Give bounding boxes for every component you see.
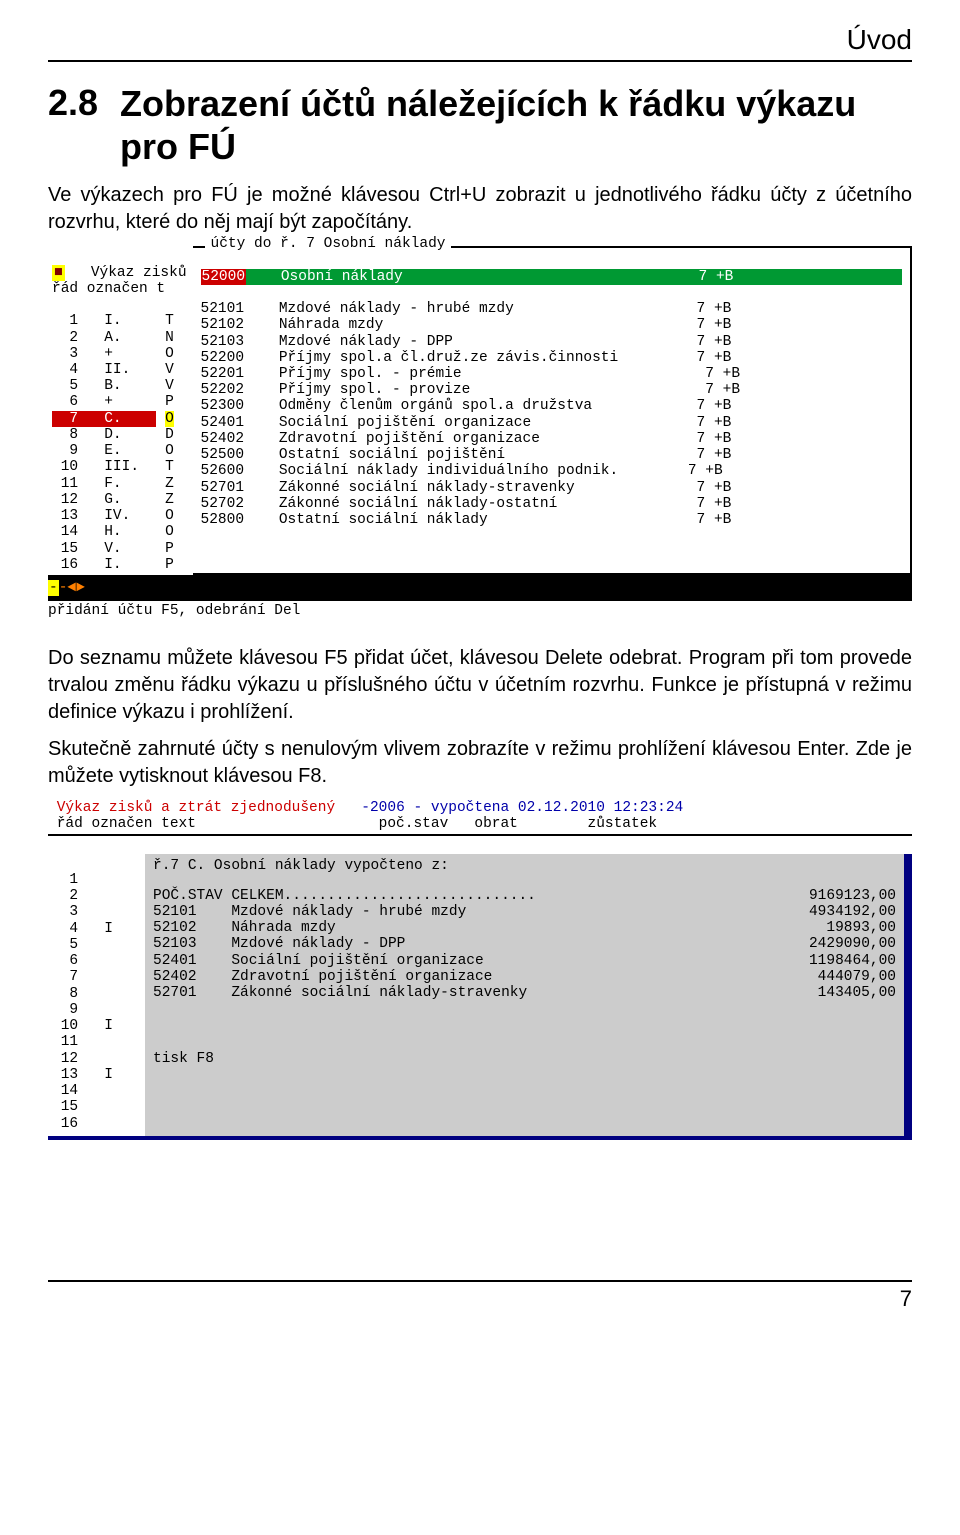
account-row: 52202 Příjmy spol. - provize 7 +B	[201, 382, 741, 398]
panel-row: 52103 Mzdové náklady - DPP2429090,00	[153, 936, 896, 952]
scr2-row: 1	[52, 872, 139, 888]
scr1-row: 16 I. P	[52, 557, 174, 573]
section-number: 2.8	[48, 82, 98, 124]
scr2-title: Výkaz zisků a ztrát zjednodušený -2006 -…	[48, 800, 912, 816]
status-arrow-icon: --◄►	[48, 580, 85, 596]
scr1-row: 9 E. O	[52, 443, 174, 459]
section-title: Zobrazení účtů náležejících k řádku výka…	[120, 82, 912, 168]
scr1-status-bar: --◄►	[48, 575, 912, 601]
scr2-panel-hint: tisk F8	[153, 1051, 896, 1067]
scr2-row: 2	[52, 888, 139, 904]
account-row: 52103 Mzdové náklady - DPP 7 +B	[201, 334, 732, 350]
scr2-row: 14	[52, 1083, 139, 1099]
corner-marker: ■	[52, 265, 65, 281]
scr2-row: 4 I	[52, 921, 139, 937]
scr1-row: 15 V. P	[52, 541, 174, 557]
scr2-row: 10 I	[52, 1018, 139, 1034]
scr2-row: 15	[52, 1099, 139, 1115]
account-row: 52101 Mzdové náklady - hrubé mzdy 7 +B	[201, 301, 732, 317]
scr2-row: 5	[52, 937, 139, 953]
scr2-panel-title: ř.7 C. Osobní náklady vypočteno z:	[153, 858, 896, 874]
page-header: Úvod	[48, 24, 912, 56]
scr1-row: 11 F. Z	[52, 476, 174, 492]
scr1-row: 1 I. T	[52, 313, 174, 329]
scr1-row: 12 G. Z	[52, 492, 174, 508]
scr1-hint-line: přidání účtu F5, odebrání Del	[48, 603, 912, 619]
scr2-row: 9	[52, 1002, 139, 1018]
footer-rule	[48, 1280, 912, 1282]
scr2-detail-panel: ř.7 C. Osobní náklady vypočteno z: POČ.S…	[145, 854, 912, 1136]
account-row: 52402 Zdravotní pojištění organizace 7 +…	[201, 431, 732, 447]
account-code: 52000	[201, 269, 247, 285]
account-row: 52102 Náhrada mzdy 7 +B	[201, 317, 732, 333]
scrturquoise-row: 12	[52, 1051, 139, 1067]
paragraph-2: Do seznamu můžete klávesou F5 přidat úče…	[48, 645, 912, 726]
scr2-title-mid: -2006 - vypočtena	[361, 800, 509, 816]
scr1-row: 13 IV. O	[52, 508, 174, 524]
scr1-row: 6 + P	[52, 394, 174, 410]
scr1-row: 5 B. V	[52, 378, 174, 394]
scr2-row-numbers: 1 2 3 4 I 5 6 7 8 9 10 I 11 12 13 I 14 1…	[48, 836, 145, 1136]
scr2-row: 11	[52, 1034, 139, 1050]
screenshot-accounts-list: ■ Výkaz zisků řád označen t 1 I. T 2 A. …	[48, 246, 912, 619]
page-number: 7	[48, 1286, 912, 1312]
scr1-row: 2 A. N	[52, 330, 174, 346]
scr1-right-title: účty do ř. 7 Osobní náklady	[205, 236, 452, 252]
section-heading: 2.8 Zobrazení účtů náležejících k řádku …	[48, 82, 912, 168]
panel-row: 52102 Náhrada mzdy19893,00	[153, 920, 896, 936]
account-row: 52401 Sociální pojištění organizace 7 +B	[201, 415, 732, 431]
account-row: 52500 Ostatní sociální pojištění 7 +B	[201, 447, 732, 463]
scr1-row: 3 + O	[52, 346, 174, 362]
scr2-row: 13 I	[52, 1067, 139, 1083]
panel-row: POČ.STAV CELKEM.........................…	[153, 888, 896, 904]
page-footer: 7	[48, 1280, 912, 1312]
scr1-left-header: řád označen t	[52, 281, 165, 297]
panel-row: 52402 Zdravotní pojištění organizace4440…	[153, 969, 896, 985]
header-rule	[48, 60, 912, 62]
account-name: Osobní náklady	[281, 269, 403, 285]
scr2-row: 16	[52, 1116, 139, 1132]
panel-row: 52701 Zákonné sociální náklady-stravenky…	[153, 985, 896, 1001]
account-row: 52200 Příjmy spol.a čl.druž.ze závis.čin…	[201, 350, 732, 366]
panel-row: 52101 Mzdové náklady - hrubé mzdy4934192…	[153, 904, 896, 920]
panel-row: 52401 Sociální pojištění organizace11984…	[153, 953, 896, 969]
scr1-row-selected[interactable]: 7 C. O	[52, 411, 174, 427]
account-row: 52201 Příjmy spol. - prémie 7 +B	[201, 366, 741, 382]
scr2-column-header: řád označen text poč.stav obrat zůstatek	[48, 816, 912, 835]
scr2-title-left: Výkaz zisků a ztrát zjednodušený	[57, 800, 335, 816]
scr1-row: 8 D. D	[52, 427, 174, 443]
scr1-row: 10 III. T	[52, 459, 174, 475]
scr2-row: 6	[52, 953, 139, 969]
account-row: 52600 Sociální náklady individuálního po…	[201, 463, 723, 479]
scr1-left-title: Výkaz zisků	[91, 265, 187, 281]
scr1-accounts: 52000 Osobní náklady 7 +B 52101 Mzdové n…	[193, 248, 910, 548]
account-row-selected[interactable]: 52000 Osobní náklady 7 +B	[201, 269, 902, 285]
scr2-row: 7	[52, 969, 139, 985]
scr1-right-pane: účty do ř. 7 Osobní náklady 52000 Osobní…	[193, 246, 912, 575]
scr1-row: 4 II. V	[52, 362, 174, 378]
account-row: 52702 Zákonné sociální náklady-ostatní 7…	[201, 496, 732, 512]
account-row: 52800 Ostatní sociální náklady 7 +B	[201, 512, 732, 528]
paragraph-3: Skutečně zahrnuté účty s nenulovým vlive…	[48, 736, 912, 790]
account-row: 52701 Zákonné sociální náklady-stravenky…	[201, 480, 732, 496]
scr1-row: 14 H. O	[52, 524, 174, 540]
scr2-title-right: 02.12.2010 12:23:24	[518, 800, 683, 816]
scr2-row: 8	[52, 986, 139, 1002]
account-row: 52300 Odměny členům orgánů spol.a družst…	[201, 398, 732, 414]
intro-paragraph: Ve výkazech pro FÚ je možné klávesou Ctr…	[48, 182, 912, 236]
scr1-left-pane: ■ Výkaz zisků řád označen t 1 I. T 2 A. …	[48, 246, 193, 575]
screenshot-computed-accounts: Výkaz zisků a ztrát zjednodušený -2006 -…	[48, 800, 912, 1140]
scr2-row: 3	[52, 904, 139, 920]
